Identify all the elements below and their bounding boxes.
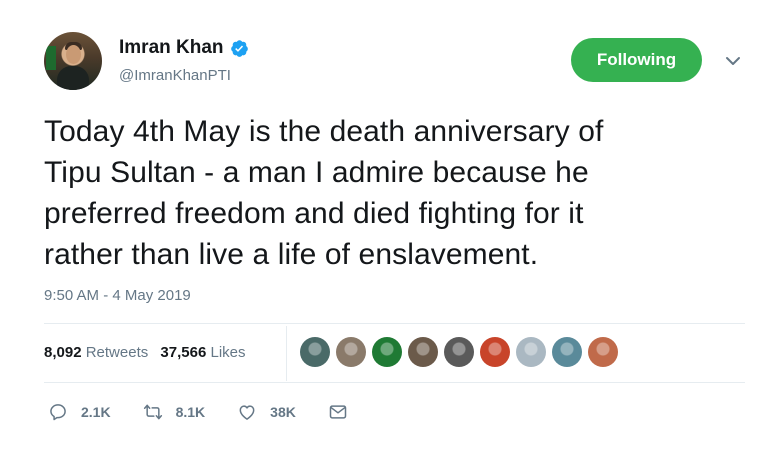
envelope-icon bbox=[329, 405, 347, 419]
author-name[interactable]: Imran Khan bbox=[119, 37, 224, 59]
likes-stat[interactable]: 37,566 Likes bbox=[160, 344, 245, 361]
divider-bottom bbox=[44, 382, 745, 383]
liker-avatar-3[interactable] bbox=[372, 337, 402, 367]
chevron-down-icon[interactable] bbox=[725, 55, 741, 67]
avatar-suit-detail bbox=[57, 66, 89, 90]
like-count: 38K bbox=[270, 404, 296, 420]
reply-icon bbox=[50, 404, 66, 421]
author-avatar[interactable] bbox=[44, 32, 102, 90]
stats-divider bbox=[286, 326, 287, 381]
liker-avatar-6[interactable] bbox=[480, 337, 510, 367]
liker-avatar-4[interactable] bbox=[408, 337, 438, 367]
avatar-face-detail bbox=[66, 45, 81, 64]
tweet-line: preferred freedom and died fighting for … bbox=[44, 197, 584, 230]
retweets-stat[interactable]: 8,092 Retweets bbox=[44, 344, 148, 361]
divider-top bbox=[44, 323, 745, 324]
tweet-actions: 2.1K 8.1K 38K bbox=[48, 402, 380, 422]
tweet-timestamp[interactable]: 9:50 AM - 4 May 2019 bbox=[44, 287, 191, 304]
retweets-count: 8,092 bbox=[44, 344, 82, 361]
like-action[interactable]: 38K bbox=[237, 402, 296, 422]
reply-action[interactable]: 2.1K bbox=[48, 402, 111, 422]
heart-icon bbox=[239, 405, 255, 420]
author-name-row[interactable]: Imran Khan bbox=[119, 37, 249, 59]
tweet-line: rather than live a life of enslavement. bbox=[44, 238, 539, 271]
retweet-icon bbox=[143, 404, 162, 420]
liker-avatar-5[interactable] bbox=[444, 337, 474, 367]
retweet-action[interactable]: 8.1K bbox=[143, 402, 206, 422]
avatar-flag-detail bbox=[46, 46, 56, 70]
likes-count: 37,566 bbox=[160, 344, 207, 361]
following-button[interactable]: Following bbox=[571, 38, 702, 82]
tweet-text: Today 4th May is the death anniversary o… bbox=[44, 111, 724, 275]
liker-avatar-1[interactable] bbox=[300, 337, 330, 367]
liker-avatar-9[interactable] bbox=[588, 337, 618, 367]
retweets-label: Retweets bbox=[85, 344, 149, 361]
direct-message-action[interactable] bbox=[328, 402, 348, 422]
liker-avatar-8[interactable] bbox=[552, 337, 582, 367]
tweet-line: Tipu Sultan - a man I admire because he bbox=[44, 156, 589, 189]
liker-avatars bbox=[300, 337, 618, 367]
tweet-line: Today 4th May is the death anniversary o… bbox=[44, 115, 604, 148]
reply-count: 2.1K bbox=[81, 404, 111, 420]
verified-badge-icon bbox=[230, 39, 248, 57]
liker-avatar-7[interactable] bbox=[516, 337, 546, 367]
author-handle[interactable]: @ImranKhanPTI bbox=[119, 67, 231, 84]
retweet-count: 8.1K bbox=[175, 404, 206, 420]
engagement-stats: 8,092 Retweets 37,566 Likes bbox=[44, 344, 246, 361]
likes-label: Likes bbox=[210, 344, 246, 361]
liker-avatar-2[interactable] bbox=[336, 337, 366, 367]
